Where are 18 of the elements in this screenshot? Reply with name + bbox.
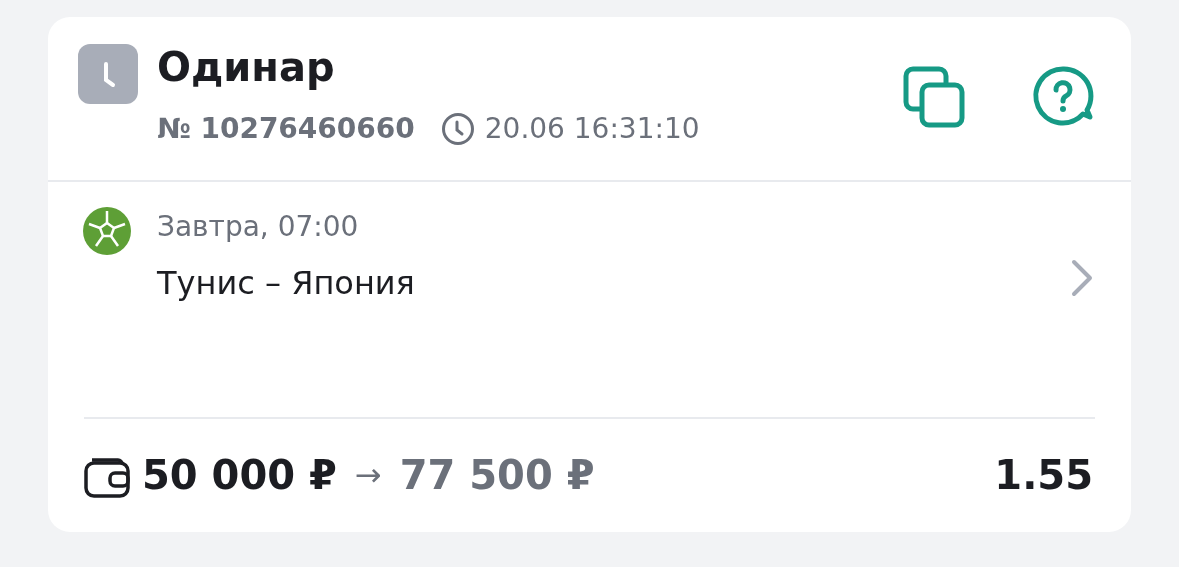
clock-icon	[78, 44, 138, 104]
copy-icon	[903, 66, 965, 128]
bet-datetime: 20.06 16:31:10	[484, 111, 700, 147]
payout-amount: 77 500 ₽	[399, 451, 595, 500]
event-time: Завтра, 07:00	[157, 209, 360, 245]
help-button[interactable]	[1033, 66, 1095, 128]
soccer-ball-icon	[83, 207, 131, 255]
arrow-text: →	[354, 455, 382, 496]
event-row[interactable]: Завтра, 07:00 Тунис – Япония	[48, 182, 1131, 417]
help-icon	[1033, 66, 1095, 128]
copy-button[interactable]	[903, 66, 965, 128]
odds-value: 1.55	[994, 451, 1093, 500]
stake-amount: 50 000 ₽	[142, 451, 337, 500]
event-name: Тунис – Япония	[157, 263, 415, 304]
bet-title: Одинар	[157, 43, 336, 92]
clock-icon	[440, 112, 475, 146]
chevron-right-icon	[1071, 259, 1093, 297]
bet-number: № 10276460660	[157, 111, 415, 147]
